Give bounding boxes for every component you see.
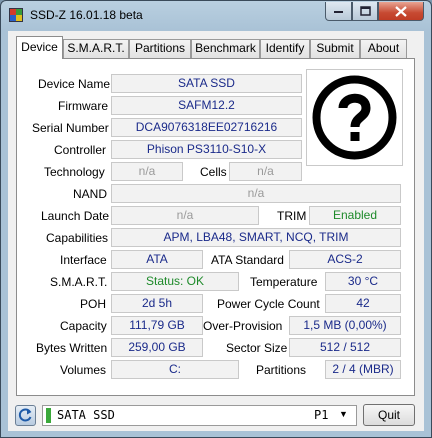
minimize-icon (333, 11, 343, 13)
poh-label: POH (80, 297, 107, 311)
sector-size-label: Sector Size (226, 341, 288, 355)
drive-name: SATA SSD (57, 408, 115, 422)
capabilities-label: Capabilities (46, 231, 109, 245)
row-nand: NAND n/a (17, 184, 416, 204)
tab-partitions[interactable]: Partitions (129, 39, 191, 58)
row-interface: Interface ATA ATA Standard ACS-2 (17, 250, 416, 270)
row-capabilities: Capabilities APM, LBA48, SMART, NCQ, TRI… (17, 228, 416, 248)
over-provision-label: Over-Provision (203, 319, 283, 333)
serial-number-label: Serial Number (32, 121, 109, 135)
row-volumes: Volumes C: Partitions 2 / 4 (MBR) (17, 360, 416, 380)
row-launch-date: Launch Date n/a TRIM Enabled (17, 206, 416, 226)
partitions-label: Partitions (256, 363, 307, 377)
poh-value: 2d 5h (111, 294, 203, 313)
drive-select[interactable]: SATA SSD P1 ▼ (42, 405, 357, 426)
close-icon (395, 5, 407, 17)
over-provision-value: 1,5 MB (0,00%) (289, 316, 401, 335)
bytes-written-label: Bytes Written (36, 341, 108, 355)
close-button[interactable] (378, 2, 424, 21)
row-poh: POH 2d 5h Power Cycle Count 42 (17, 294, 416, 314)
refresh-button[interactable] (15, 405, 36, 426)
drive-port: P1 (314, 408, 329, 422)
maximize-button[interactable] (352, 2, 378, 21)
controller-label: Controller (54, 143, 107, 157)
device-image (306, 69, 403, 166)
trim-value: Enabled (309, 206, 401, 225)
chevron-down-icon[interactable]: ▼ (339, 409, 348, 419)
maximize-icon (359, 6, 371, 16)
row-bytes-written: Bytes Written 259,00 GB Sector Size 512 … (17, 338, 416, 358)
capacity-value: 111,79 GB (111, 316, 203, 335)
power-cycle-label: Power Cycle Count (217, 297, 320, 311)
partitions-value: 2 / 4 (MBR) (325, 360, 401, 379)
smart-status-value: Status: OK (111, 272, 239, 291)
nand-value: n/a (111, 184, 401, 203)
tab-submit[interactable]: Submit (310, 39, 360, 58)
ata-standard-label: ATA Standard (211, 253, 284, 267)
row-smart: S.M.A.R.T. Status: OK Temperature 30 °C (17, 272, 416, 292)
tab-benchmark[interactable]: Benchmark (191, 39, 260, 58)
cells-label: Cells (200, 165, 227, 179)
device-name-label: Device Name (38, 77, 111, 91)
tab-identify[interactable]: Identify (260, 39, 310, 58)
interface-label: Interface (60, 253, 107, 267)
drive-status-indicator (46, 408, 51, 423)
trim-label: TRIM (277, 209, 307, 223)
app-icon (9, 8, 23, 22)
quit-button[interactable]: Quit (363, 404, 415, 426)
serial-number-value: DCA9076318EE02716216 (111, 118, 302, 137)
technology-value: n/a (111, 162, 183, 181)
minimize-button[interactable] (325, 2, 352, 21)
nand-label: NAND (73, 187, 108, 201)
title-bar[interactable]: SSD-Z 16.01.18 beta (1, 1, 431, 31)
app-window: SSD-Z 16.01.18 beta Device S.M.A.R.T. Pa… (0, 0, 432, 438)
smart-label: S.M.A.R.T. (50, 275, 108, 289)
volumes-label: Volumes (60, 363, 107, 377)
ata-standard-value: ACS-2 (289, 250, 401, 269)
device-panel: Device Name SATA SSD Firmware SAFM12.2 S… (16, 58, 415, 396)
bottom-bar: SATA SSD P1 ▼ Quit (8, 401, 424, 431)
controller-value: Phison PS3110-S10-X (111, 140, 302, 159)
technology-label: Technology (44, 165, 105, 179)
refresh-icon (18, 408, 32, 422)
launch-date-value: n/a (111, 206, 259, 225)
tab-smart[interactable]: S.M.A.R.T. (63, 39, 129, 58)
question-mark-icon (312, 75, 397, 160)
interface-value: ATA (111, 250, 203, 269)
capabilities-value: APM, LBA48, SMART, NCQ, TRIM (111, 228, 401, 247)
window-title: SSD-Z 16.01.18 beta (30, 8, 143, 22)
bytes-written-value: 259,00 GB (111, 338, 203, 357)
firmware-value: SAFM12.2 (111, 96, 302, 115)
tab-device[interactable]: Device (16, 36, 63, 59)
capacity-label: Capacity (60, 319, 107, 333)
cells-value: n/a (229, 162, 302, 181)
temperature-value: 30 °C (325, 272, 401, 291)
sector-size-value: 512 / 512 (289, 338, 401, 357)
device-name-value: SATA SSD (111, 74, 302, 93)
firmware-label: Firmware (58, 99, 108, 113)
volumes-value: C: (111, 360, 239, 379)
launch-date-label: Launch Date (41, 209, 110, 223)
row-capacity: Capacity 111,79 GB Over-Provision 1,5 MB… (17, 316, 416, 336)
power-cycle-value: 42 (325, 294, 401, 313)
temperature-label: Temperature (250, 275, 318, 289)
tab-about[interactable]: About (360, 39, 407, 58)
client-area: Device S.M.A.R.T. Partitions Benchmark I… (8, 31, 424, 431)
